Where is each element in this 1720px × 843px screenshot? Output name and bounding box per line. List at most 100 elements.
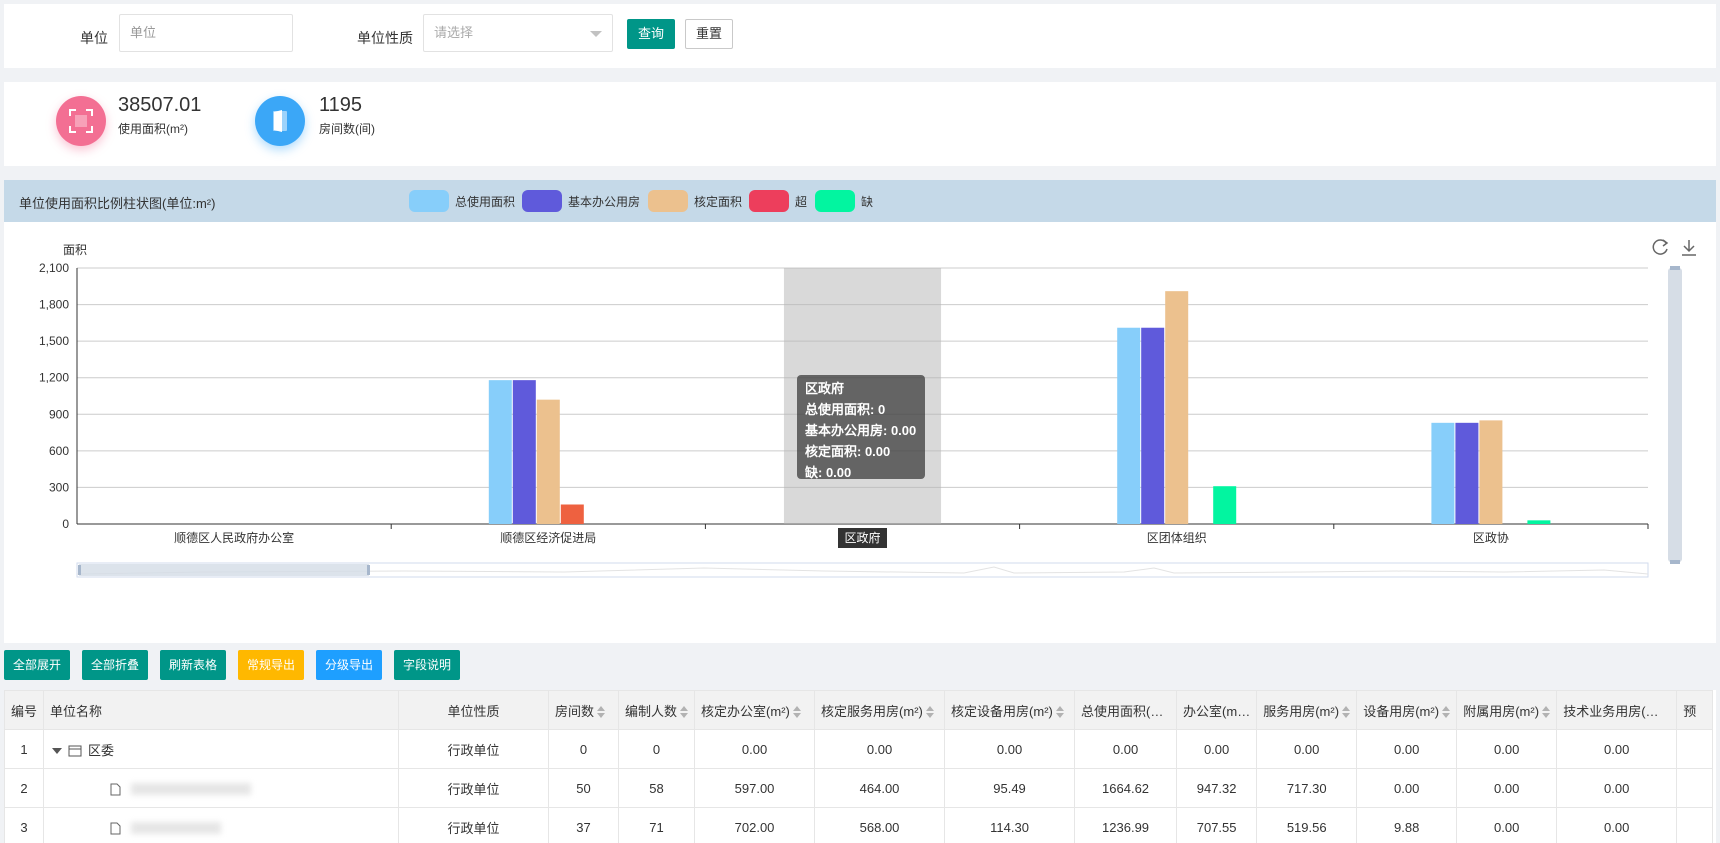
redacted-unit-name [131,822,222,835]
legend-swatch [522,190,562,212]
file-icon [110,822,121,835]
col-header-approved-equipment[interactable]: 核定设备用房(m²) [944,690,1076,730]
col-header-name: 单位名称 [43,690,400,730]
unit-nature-placeholder: 请选择 [434,25,474,40]
cell-value: 37 [548,807,620,843]
bar-4-3[interactable] [1213,486,1237,524]
cell-value: 0.00 [1556,807,1678,843]
folder-icon [68,745,82,757]
legend-label: 超 [795,194,808,209]
cell-nature: 行政单位 [398,729,550,769]
unit-nature-label: 单位性质 [357,30,413,46]
regular-export-button[interactable]: 常规导出 [238,650,305,680]
bar-2-4[interactable] [1479,420,1503,524]
area-icon [56,96,106,146]
table-row[interactable]: 1 区委 行政单位 0 0 0.00 0.00 0.00 0.00 0.00 0… [4,729,1714,769]
cell-value: 114.30 [944,807,1076,843]
col-header-equipment[interactable]: 设备用房(m²) [1356,690,1458,730]
reset-button[interactable]: 重置 [685,19,734,49]
legend-item-short[interactable]: 缺 [815,190,873,212]
bar-3-1[interactable] [560,504,584,524]
cell-value: 0.00 [1456,729,1558,769]
sort-icon[interactable] [680,706,689,719]
bar-2-3[interactable] [1165,291,1189,524]
table-row[interactable]: 3 行政单位 37 71 702.00 568.00 114.30 1236.9… [4,807,1714,843]
bar-1-4[interactable] [1455,422,1479,524]
legend-item-over[interactable]: 超 [749,190,807,212]
area-label: 使用面积(m²) [118,122,188,136]
cell-value: 71 [618,807,696,843]
refresh-table-button[interactable]: 刷新表格 [160,650,227,680]
cell-value: 0.00 [1456,807,1558,843]
cell-name: 区委 [43,729,400,769]
tooltip-line: 基本办公用房: 0.00 [804,423,916,438]
collapse-all-button[interactable]: 全部折叠 [82,650,149,680]
col-header-approved-service[interactable]: 核定服务用房(m²) [814,690,946,730]
col-header-service[interactable]: 服务用房(m²) [1256,690,1358,730]
cell-value: 0.00 [1556,768,1678,808]
horizontal-zoom-slider[interactable] [76,562,1649,578]
cell-value: 95.49 [944,768,1076,808]
y-tick-label: 900 [49,407,69,421]
x-tick-label: 顺德区人民政府办公室 [174,530,294,545]
room-count-label: 房间数(间) [319,122,375,136]
refresh-icon[interactable] [1652,239,1669,255]
col-header-technical[interactable]: 技术业务用房(… [1556,690,1678,730]
sort-icon[interactable] [925,706,934,719]
bar-0-1[interactable] [488,380,512,524]
sort-icon[interactable] [1342,706,1351,719]
area-value: 38507.01 [118,94,202,116]
expand-arrow-icon[interactable] [52,748,63,755]
cell-name [43,768,400,808]
legend-item-approved[interactable]: 核定面积 [648,190,742,212]
col-header-no: 编号 [4,690,45,730]
col-header-auxiliary[interactable]: 附属用房(m²) [1456,690,1558,730]
unit-input[interactable]: 单位 [119,14,293,52]
unit-nature-select[interactable]: 请选择 [423,14,613,52]
legend-label: 基本办公用房 [568,194,641,209]
cell-value: 707.55 [1176,807,1258,843]
y-tick-label: 1,200 [39,371,69,385]
bar-chart[interactable]: 面积 0 300 600 900 1,200 1,500 1,800 2,100 顺德区人民政府… [4,222,1716,643]
cell-value: 0.00 [1074,729,1178,769]
sort-icon[interactable] [1542,706,1551,719]
cell-value: 519.56 [1256,807,1358,843]
cell-name [43,807,400,843]
col-header-rooms[interactable]: 房间数 [548,690,620,730]
cell-value: 0 [548,729,620,769]
x-tick-label: 区政府 [844,530,880,545]
col-header-staff[interactable]: 编制人数 [618,690,696,730]
legend-item-total[interactable]: 总使用面积 [409,190,515,212]
bar-0-4[interactable] [1431,422,1455,524]
cell-value: 1664.62 [1074,768,1178,808]
col-header-approved-office[interactable]: 核定办公室(m²) [694,690,816,730]
legend-label: 总使用面积 [455,194,516,209]
bar-0-3[interactable] [1117,327,1141,524]
download-icon[interactable] [1682,240,1696,256]
bar-1-3[interactable] [1141,327,1165,524]
legend-item-office[interactable]: 基本办公用房 [522,190,640,212]
cell-value: 1236.99 [1074,807,1178,843]
expand-all-button[interactable]: 全部展开 [4,650,71,680]
sort-icon[interactable] [1442,706,1451,719]
bar-1-1[interactable] [512,380,536,524]
col-header-total-area[interactable]: 总使用面积(… [1074,690,1178,730]
chevron-down-icon [590,31,602,37]
query-button[interactable]: 查询 [627,19,676,49]
sort-icon[interactable] [1055,706,1064,719]
file-icon [110,783,121,796]
field-description-button[interactable]: 字段说明 [394,650,461,680]
sort-icon[interactable] [792,706,801,719]
cell-value: 717.30 [1256,768,1358,808]
col-header-office[interactable]: 办公室(m… [1176,690,1258,730]
tiered-export-button[interactable]: 分级导出 [316,650,383,680]
vertical-zoom-slider[interactable] [1668,266,1682,564]
table-row[interactable]: 2 行政单位 50 58 597.00 464.00 95.49 1664.62… [4,768,1714,808]
cell-value: 58 [618,768,696,808]
chart-title: 单位使用面积比例柱状图(单位:m²) [19,196,216,211]
bar-2-1[interactable] [536,399,560,524]
legend-swatch [815,190,855,212]
sort-icon[interactable] [597,706,606,719]
bar-4-4[interactable] [1527,520,1551,524]
cell-value: 9.88 [1356,807,1458,843]
